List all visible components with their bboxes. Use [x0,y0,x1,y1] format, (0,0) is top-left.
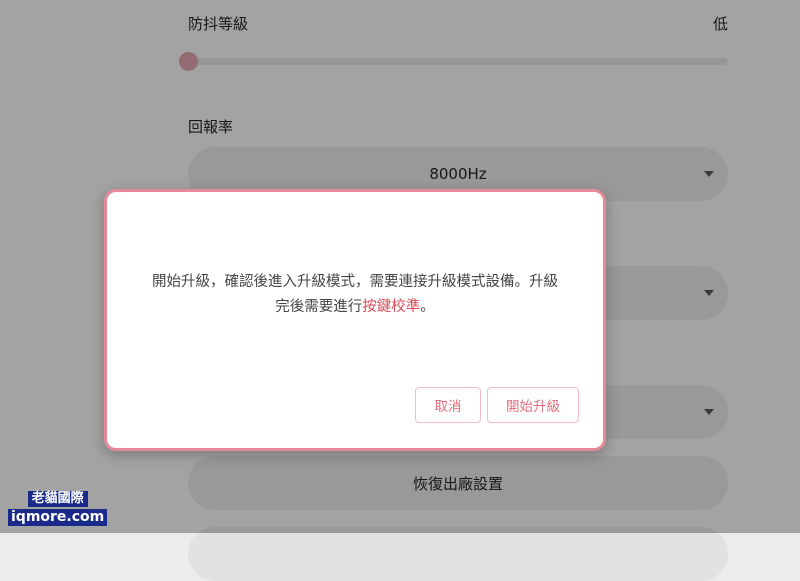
next-button-partial[interactable] [188,527,728,581]
dialog-message-text: 開始升級，確認後進入升級模式，需要連接升級模式設備。升級完後需要進行 [152,274,558,315]
key-calibration-link[interactable]: 按鍵校準 [362,299,420,315]
dialog-message: 開始升級，確認後進入升級模式，需要連接升級模式設備。升級完後需要進行按鍵校準。 [147,270,563,320]
start-upgrade-button[interactable]: 開始升級 [487,387,579,423]
watermark-line1: 老貓國際 [27,491,88,507]
watermark-line2: iqmore.com [8,509,108,526]
upgrade-dialog: 開始升級，確認後進入升級模式，需要連接升級模式設備。升級完後需要進行按鍵校準。 … [104,189,606,451]
cancel-button[interactable]: 取消 [415,387,481,423]
watermark: 老貓國際 iqmore.com [8,487,108,526]
dialog-message-end: 。 [420,299,435,315]
